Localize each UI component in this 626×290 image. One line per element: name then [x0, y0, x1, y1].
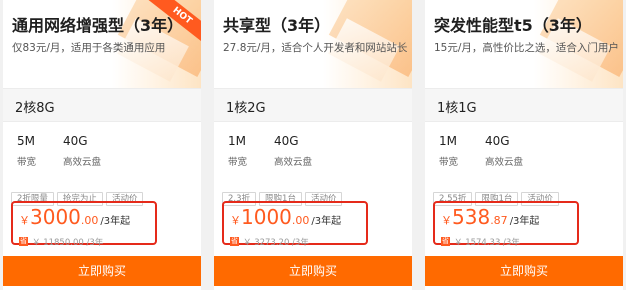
original-price: ￥ 11850.00 /3年: [32, 237, 104, 248]
save-icon: 省: [441, 237, 450, 246]
card-title: 突发性能型t5（3年）: [434, 16, 592, 35]
disk-label: 高效云盘: [63, 157, 102, 168]
price-box: ￥538.87/3年起 省 ￥ 1574.33 /3年: [433, 201, 579, 248]
currency-symbol: ￥: [230, 214, 241, 227]
cpu-memory-spec: 1核2G: [226, 101, 266, 116]
disk-label: 高效云盘: [274, 157, 313, 168]
disk-stat: 40G 高效云盘: [274, 134, 312, 168]
price-box: ￥1000.00/3年起 省 ￥ 3273.20 /3年: [222, 201, 368, 248]
bandwidth-value: 5M: [17, 134, 35, 148]
currency-symbol: ￥: [441, 214, 452, 227]
disk-label: 高效云盘: [485, 157, 524, 168]
price-unit: /3年起: [100, 216, 131, 227]
price-unit: /3年起: [311, 216, 342, 227]
card-header: 突发性能型t5（3年） 15元/月，高性价比之选，适合入门用户: [425, 0, 623, 88]
spec-band: 1核1G: [425, 88, 623, 122]
disk-value: 40G: [274, 134, 299, 148]
bandwidth-label: 带宽: [439, 157, 459, 168]
save-icon: 省: [19, 237, 28, 246]
card-header: 共享型（3年） 27.8元/月，适合个人开发者和网站站长: [214, 0, 412, 88]
original-price-line: 省 ￥ 11850.00 /3年: [19, 231, 103, 250]
bandwidth-stat: 1M 带宽: [439, 134, 458, 168]
cpu-memory-spec: 2核8G: [15, 101, 55, 116]
promo-tags: 2折限量 抢完为止 活动价: [11, 186, 146, 206]
disk-value: 40G: [63, 134, 88, 148]
bandwidth-value: 1M: [439, 134, 457, 148]
card-title: 通用网络增强型（3年）: [12, 16, 184, 35]
promo-tags: 2.3折 限购1台 活动价: [222, 186, 345, 206]
buy-now-button[interactable]: 立即购买: [425, 256, 623, 286]
price-integer: 538: [452, 205, 491, 229]
card-subtitle: 27.8元/月，适合个人开发者和网站站长: [223, 42, 408, 54]
price-decimal: .87: [490, 214, 508, 227]
bandwidth-stat: 5M 带宽: [17, 134, 36, 168]
price-integer: 1000: [241, 205, 292, 229]
save-icon: 省: [230, 237, 239, 246]
original-price: ￥ 1574.33 /3年: [454, 237, 520, 248]
product-card-network-enhanced: HOT 通用网络增强型（3年） 仅83元/月，适用于各类通用应用 2核8G 5M…: [3, 0, 201, 290]
cpu-memory-spec: 1核1G: [437, 101, 477, 116]
current-price: ￥3000.00/3年起: [19, 205, 130, 229]
card-header: HOT 通用网络增强型（3年） 仅83元/月，适用于各类通用应用: [3, 0, 201, 88]
current-price: ￥538.87/3年起: [441, 205, 539, 229]
price-unit: /3年起: [509, 216, 540, 227]
bandwidth-label: 带宽: [17, 157, 37, 168]
disk-stat: 40G 高效云盘: [485, 134, 523, 168]
disk-stat: 40G 高效云盘: [63, 134, 101, 168]
product-card-shared: 共享型（3年） 27.8元/月，适合个人开发者和网站站长 1核2G 1M 带宽 …: [214, 0, 412, 290]
spec-band: 1核2G: [214, 88, 412, 122]
card-title: 共享型（3年）: [223, 16, 331, 35]
card-subtitle: 15元/月，高性价比之选，适合入门用户: [434, 42, 619, 54]
buy-now-button[interactable]: 立即购买: [3, 256, 201, 286]
bandwidth-value: 1M: [228, 134, 246, 148]
original-price: ￥ 3273.20 /3年: [243, 237, 309, 248]
product-card-burstable-t5: 突发性能型t5（3年） 15元/月，高性价比之选，适合入门用户 1核1G 1M …: [425, 0, 623, 290]
original-price-line: 省 ￥ 1574.33 /3年: [441, 231, 520, 250]
promo-tags: 2.55折 限购1台 活动价: [433, 186, 562, 206]
disk-value: 40G: [485, 134, 510, 148]
spec-band: 2核8G: [3, 88, 201, 122]
bandwidth-stat: 1M 带宽: [228, 134, 247, 168]
card-subtitle: 仅83元/月，适用于各类通用应用: [12, 42, 166, 54]
price-box: ￥3000.00/3年起 省 ￥ 11850.00 /3年: [11, 201, 157, 248]
price-decimal: .00: [291, 214, 310, 227]
price-integer: 3000: [30, 205, 81, 229]
currency-symbol: ￥: [19, 214, 30, 227]
buy-now-button[interactable]: 立即购买: [214, 256, 412, 286]
price-decimal: .00: [80, 214, 99, 227]
original-price-line: 省 ￥ 3273.20 /3年: [230, 231, 309, 250]
bandwidth-label: 带宽: [228, 157, 248, 168]
current-price: ￥1000.00/3年起: [230, 205, 341, 229]
